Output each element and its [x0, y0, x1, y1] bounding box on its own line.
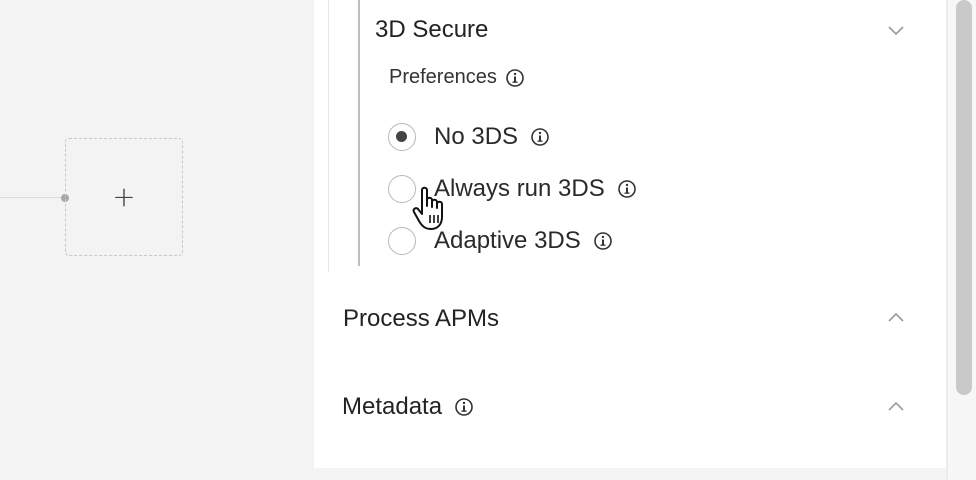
radio-button-always-run-3ds[interactable]	[388, 175, 416, 203]
section-title-process-apms[interactable]: Process APMs	[343, 305, 499, 333]
info-icon[interactable]	[454, 397, 474, 417]
radio-button-no-3ds[interactable]	[388, 123, 416, 151]
panel-divider	[328, 0, 329, 272]
radio-label-always-run-3ds: Always run 3DS	[434, 175, 605, 202]
info-icon[interactable]	[505, 68, 525, 88]
info-icon[interactable]	[617, 179, 637, 199]
info-icon[interactable]	[593, 231, 613, 251]
connector-line	[0, 197, 64, 198]
radio-label-no-3ds: No 3DS	[434, 123, 519, 150]
chevron-down-icon[interactable]	[886, 23, 906, 37]
add-node-button[interactable]: +	[65, 138, 183, 256]
section-title-metadata: Metadata	[342, 393, 443, 420]
preferences-label-text: Preferences	[389, 66, 497, 88]
section-nesting-line	[358, 0, 360, 266]
radio-option-adaptive-3ds[interactable]: Adaptive 3DS	[388, 224, 613, 258]
radio-option-no-3ds[interactable]: No 3DS	[388, 120, 550, 154]
section-header-metadata[interactable]: Metadata	[342, 393, 474, 421]
radio-button-adaptive-3ds[interactable]	[388, 227, 416, 255]
plus-icon: +	[112, 180, 136, 213]
workflow-canvas: +	[0, 0, 314, 480]
preferences-label: Preferences	[389, 66, 525, 89]
panel-bottom-edge	[314, 468, 948, 480]
radio-option-always-run-3ds[interactable]: Always run 3DS	[388, 172, 637, 206]
chevron-up-icon[interactable]	[886, 400, 906, 414]
radio-label-adaptive-3ds: Adaptive 3DS	[434, 227, 581, 254]
section-title-3d-secure[interactable]: 3D Secure	[375, 16, 488, 44]
info-icon[interactable]	[530, 127, 550, 147]
chevron-up-icon[interactable]	[886, 311, 906, 325]
scrollbar-thumb[interactable]	[956, 0, 972, 395]
